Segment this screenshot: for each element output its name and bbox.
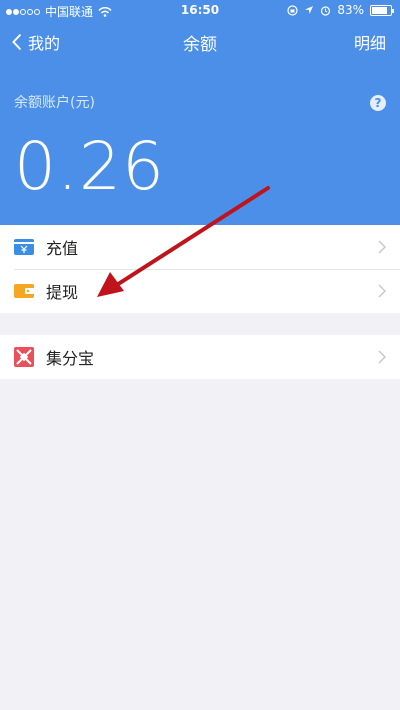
detail-button[interactable]: 明细 [354,30,386,54]
withdraw-icon [14,281,34,301]
page-title: 余额 [183,35,217,55]
chevron-right-icon [378,350,386,364]
battery-icon [370,4,394,16]
chevron-right-icon [378,284,386,298]
jifenbao-row[interactable]: 集分宝 [0,335,400,379]
rotation-lock-icon [287,4,298,16]
chevron-right-icon [378,240,386,254]
status-bar: 中国联通 16:50 83% [0,0,400,20]
balance-header: 中国联通 16:50 83% 我的 余额 明细 余额账户(元) ? 0.26 [0,0,400,225]
recharge-row[interactable]: 充值 [0,225,400,269]
jifenbao-icon [14,347,34,367]
jifenbao-label: 集分宝 [46,349,95,368]
status-right: 83% [287,3,394,17]
location-icon [305,6,314,14]
recharge-icon [14,237,34,257]
balance-label: 余额账户(元) [14,95,95,111]
menu-group-secondary: 集分宝 [0,335,400,379]
recharge-label: 充值 [46,239,79,258]
withdraw-row[interactable]: 提现 [0,269,400,313]
alarm-icon [321,5,331,16]
battery-fill [372,6,387,14]
battery-percent: 83% [337,3,364,17]
menu-group-primary: 充值 提现 [0,225,400,313]
nav-bar: 我的 余额 明细 [0,20,400,64]
help-icon[interactable]: ? [370,95,386,111]
balance-amount: 0.26 [14,128,165,205]
withdraw-label: 提现 [46,283,79,302]
